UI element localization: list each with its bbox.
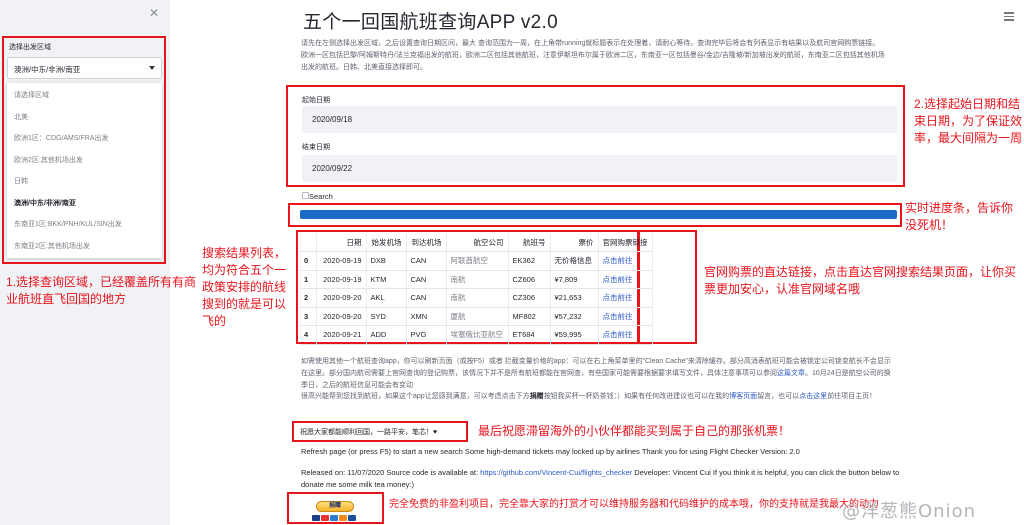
- project-home-link[interactable]: 点击这里: [799, 393, 827, 400]
- page-title: 五个一回国航班查询APP v2.0: [303, 12, 558, 33]
- main-content: 五个一回国航班查询APP v2.0 请先在左侧选择出发区域，之后设置查询日期区间…: [170, 0, 1024, 525]
- progress-bar: [300, 210, 897, 219]
- table-row: 1 2020-09-19 KTM CAN 南航 CZ606 ¥7,809 点击前…: [300, 270, 653, 289]
- annotation-results: 搜索结果列表，均为符合五个一政策安排的航线搜到的就是可以飞的: [202, 246, 287, 328]
- cell-flight-number: EK362: [508, 251, 551, 271]
- amex-icon: [330, 515, 338, 521]
- cell-origin: SYD: [366, 307, 407, 326]
- annotation-frame-region: [2, 36, 166, 264]
- table-header-row: 日期 始发机场 到达机场 航空公司 航班号 票价 官网购票链接: [300, 233, 653, 252]
- annotation-links: 官网购票的直达链接，点击直达官网搜索结果页面，让你买票更加安心，认准官网域名哦: [704, 265, 1017, 296]
- release-text: Released on: 11/07/2020 Source code is a…: [301, 468, 481, 477]
- info-paragraph: 如需使用其他一个航班查询app，你可以刷新页面（或按F5）或者 拦截变量价格的a…: [301, 356, 891, 392]
- cell-date: 2020-09-19: [316, 251, 367, 271]
- cell-flight-number: CZ306: [508, 288, 551, 308]
- search-label: Search: [309, 192, 333, 201]
- bank-icon: [348, 515, 356, 521]
- cell-airline: 厦航: [446, 307, 509, 326]
- cell-airline: 南航: [446, 288, 509, 308]
- cell-origin: KTM: [366, 270, 407, 289]
- column-header: [300, 233, 317, 252]
- cell-price: 无价格信息: [550, 251, 599, 271]
- donation-text: 留言，也可以: [757, 393, 800, 400]
- cell-date: 2020-09-20: [316, 307, 367, 326]
- donation-text: 按钮我买杯一杯奶茶钱：）如果有任何改进建议也可以在我的: [543, 393, 730, 400]
- start-date-input[interactable]: 2020/09/18: [302, 106, 897, 133]
- results-table: 日期 始发机场 到达机场 航空公司 航班号 票价 官网购票链接 0 2020-0…: [300, 233, 653, 345]
- cell-price: ¥59,995: [550, 325, 599, 345]
- donation-text: 很高兴能帮到您找到航班，如果这个app让您感到满意，可以考虑点击下方: [301, 393, 530, 400]
- cell-origin: AKL: [366, 288, 407, 308]
- cell-destination: CAN: [406, 288, 447, 308]
- column-header[interactable]: 到达机场: [406, 233, 447, 252]
- sidebar: ✕ 选择出发区域 澳洲/中东/非洲/南亚 请选择区域 北美 欧洲1区：CDG/A…: [0, 0, 170, 525]
- booking-link[interactable]: 点击前往: [598, 288, 653, 308]
- table-row: 3 2020-09-20 SYD XMN 厦航 MF802 ¥57,232 点击…: [300, 307, 653, 326]
- annotation-dates: 2.选择起始日期和结束日期，为了保证效率，最大间隔为一周: [914, 97, 1023, 145]
- refresh-text: Refresh page (or press F5) to start a ne…: [301, 447, 800, 456]
- donation-paragraph: 很高兴能帮到您找到航班，如果这个app让您感到满意，可以考虑点击下方捐赠按钮我买…: [301, 391, 891, 403]
- cell-date: 2020-09-20: [316, 288, 367, 308]
- column-header[interactable]: 航空公司: [446, 233, 509, 252]
- mastercard-icon: [321, 515, 329, 521]
- cell-origin: DXB: [366, 251, 407, 271]
- cell-destination: PVG: [406, 325, 447, 345]
- row-index: 0: [300, 251, 317, 271]
- discover-icon: [339, 515, 347, 521]
- cell-price: ¥57,232: [550, 307, 599, 326]
- visa-icon: [312, 515, 320, 521]
- cell-flight-number: MF802: [508, 307, 551, 326]
- wish-text: 祝愿大家都能顺利回国，一路平安，笔芯！♥: [300, 429, 438, 436]
- close-icon[interactable]: ✕: [149, 6, 159, 20]
- article-link[interactable]: 这篇文章: [777, 370, 805, 377]
- cell-destination: CAN: [406, 270, 447, 289]
- cell-price: ¥7,809: [550, 270, 599, 289]
- column-header[interactable]: 官网购票链接: [598, 233, 653, 252]
- cell-price: ¥21,653: [550, 288, 599, 308]
- column-header[interactable]: 日期: [316, 233, 367, 252]
- column-header[interactable]: 始发机场: [366, 233, 407, 252]
- table-row: 2 2020-09-20 AKL CAN 南航 CZ306 ¥21,653 点击…: [300, 288, 653, 308]
- progress-bar-fill: [300, 210, 897, 219]
- cell-destination: CAN: [406, 251, 447, 271]
- cell-flight-number: CZ606: [508, 270, 551, 289]
- donation-text: 前往项目主页！: [827, 393, 877, 400]
- cell-date: 2020-09-19: [316, 270, 367, 289]
- column-header[interactable]: 票价: [550, 233, 599, 252]
- row-index: 4: [300, 325, 317, 345]
- row-index: 3: [300, 307, 317, 326]
- cell-origin: ADD: [366, 325, 407, 345]
- cell-airline: 南航: [446, 270, 509, 289]
- annotation-progress: 实时进度条，告诉你没死机！: [905, 201, 1014, 232]
- release-paragraph: Released on: 11/07/2020 Source code is a…: [301, 467, 901, 491]
- menu-icon[interactable]: [1004, 12, 1014, 23]
- github-link[interactable]: https://github.com/Vincent-Cui/flights_c…: [480, 468, 632, 477]
- row-index: 1: [300, 270, 317, 289]
- donate-button[interactable]: 捐赠: [316, 501, 354, 512]
- end-date-label: 结束日期: [302, 144, 330, 151]
- row-index: 2: [300, 288, 317, 308]
- cell-date: 2020-09-21: [316, 325, 367, 345]
- donation-bold-text: 捐赠: [529, 393, 544, 400]
- annotation-wish: 最后祝愿滞留海外的小伙伴都能买到属于自己的那张机票！: [478, 424, 791, 438]
- watermark: @洋葱熊Onion: [842, 501, 976, 522]
- cell-airline: 埃塞俄比亚航空: [446, 325, 509, 345]
- payment-cards: [312, 515, 356, 521]
- table-row: 4 2020-09-21 ADD PVG 埃塞俄比亚航空 ET684 ¥59,9…: [300, 325, 653, 345]
- booking-link[interactable]: 点击前往: [598, 251, 653, 271]
- blog-link[interactable]: 博客页面: [729, 393, 757, 400]
- end-date-input[interactable]: 2020/09/22: [302, 155, 897, 182]
- annotation-donate: 完全免费的非盈利项目，完全靠大家的打赏才可以维持服务器和代码维护的成本哦，你的支…: [389, 499, 879, 510]
- search-checkbox[interactable]: [302, 192, 309, 199]
- booking-link[interactable]: 点击前往: [598, 307, 653, 326]
- cell-airline: 阿联酋航空: [446, 251, 509, 271]
- booking-link[interactable]: 点击前往: [598, 325, 653, 345]
- start-date-label: 起始日期: [302, 97, 330, 104]
- column-header[interactable]: 航班号: [508, 233, 551, 252]
- cell-destination: XMN: [406, 307, 447, 326]
- booking-link[interactable]: 点击前往: [598, 270, 653, 289]
- cell-flight-number: ET684: [508, 325, 551, 345]
- intro-text: 请先在左侧选择出发区域，之后设置查询日期区间，最大 查询范围为一周，在上角带ru…: [301, 40, 885, 71]
- table-row: 0 2020-09-19 DXB CAN 阿联酋航空 EK362 无价格信息 点…: [300, 251, 653, 271]
